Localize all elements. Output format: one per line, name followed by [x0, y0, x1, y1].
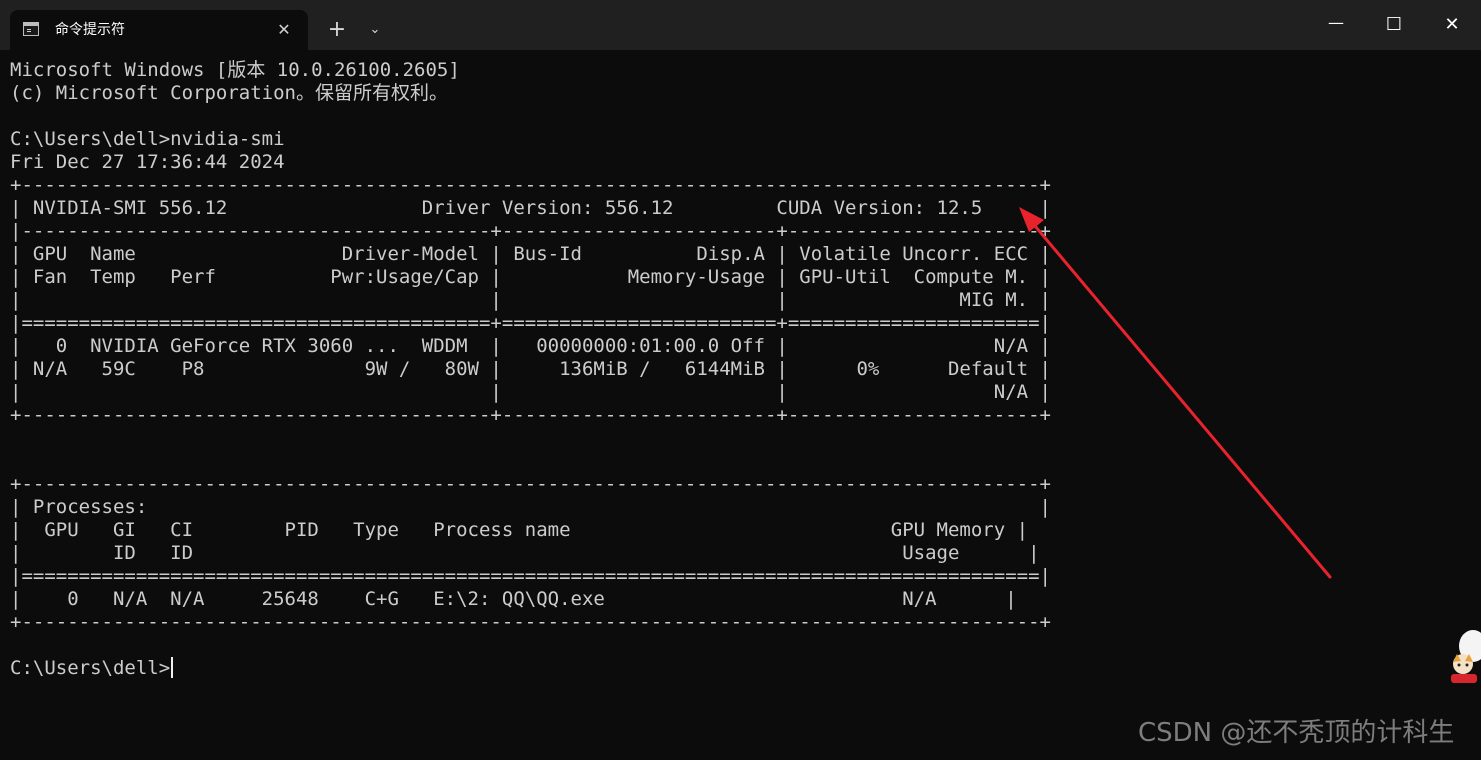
- console-line: | Fan Temp Perf Pwr:Usage/Cap | Memory-U…: [10, 266, 1051, 288]
- console-line: | 0 NVIDIA GeForce RTX 3060 ... WDDM | 0…: [10, 335, 1051, 357]
- console-line: +---------------------------------------…: [10, 404, 1051, 426]
- console-line: | Processes: |: [10, 496, 1051, 518]
- mascot-sticker-icon: [1451, 630, 1481, 683]
- title-bar: 命令提示符 ✕ + ⌄ — ☐ ✕: [0, 0, 1481, 50]
- console-line: | GPU GI CI PID Type Process name GPU Me…: [10, 519, 1029, 541]
- close-window-button[interactable]: ✕: [1423, 0, 1481, 50]
- console-line: | | | N/A |: [10, 381, 1051, 403]
- console-line: | N/A 59C P8 9W / 80W | 136MiB / 6144MiB…: [10, 358, 1051, 380]
- text-cursor: [171, 657, 174, 678]
- console-line: Fri Dec 27 17:36:44 2024: [10, 151, 285, 173]
- console-line: | GPU Name Driver-Model | Bus-Id Disp.A …: [10, 243, 1051, 265]
- terminal-icon: [23, 22, 39, 36]
- csdn-watermark: CSDN @还不秃顶的计科生: [1138, 718, 1455, 748]
- console-line: (c) Microsoft Corporation。保留所有权利。: [10, 82, 448, 104]
- console-line: +---------------------------------------…: [10, 174, 1051, 196]
- tab-title: 命令提示符: [55, 22, 125, 38]
- console-line: +---------------------------------------…: [10, 611, 1051, 633]
- console-line: Microsoft Windows [版本 10.0.26100.2605]: [10, 59, 460, 81]
- console-line: +---------------------------------------…: [10, 473, 1051, 495]
- terminal-window: 命令提示符 ✕ + ⌄ — ☐ ✕ Microsoft Windows [版本 …: [0, 0, 1481, 760]
- maximize-button[interactable]: ☐: [1365, 0, 1423, 50]
- minimize-button[interactable]: —: [1307, 0, 1365, 50]
- console-line: | | | MIG M. |: [10, 289, 1051, 311]
- tab-dropdown-button[interactable]: ⌄: [362, 16, 388, 44]
- new-tab-button[interactable]: +: [322, 16, 352, 44]
- tab-close-button[interactable]: ✕: [272, 18, 296, 42]
- console-line: |=======================================…: [10, 312, 1051, 334]
- console-line: | ID ID Usage |: [10, 542, 1040, 564]
- console-line: |=======================================…: [10, 565, 1051, 587]
- tab-command-prompt[interactable]: 命令提示符 ✕: [10, 10, 308, 50]
- console-line: C:\Users\dell>: [10, 657, 1470, 680]
- console-line: |---------------------------------------…: [10, 220, 1051, 242]
- console-line: | NVIDIA-SMI 556.12 Driver Version: 556.…: [10, 197, 1051, 219]
- console-line: C:\Users\dell>nvidia-smi: [10, 128, 285, 150]
- console-output[interactable]: Microsoft Windows [版本 10.0.26100.2605] (c…: [10, 59, 1470, 699]
- console-line: | 0 N/A N/A 25648 C+G E:\2: QQ\QQ.exe N/…: [10, 588, 1017, 610]
